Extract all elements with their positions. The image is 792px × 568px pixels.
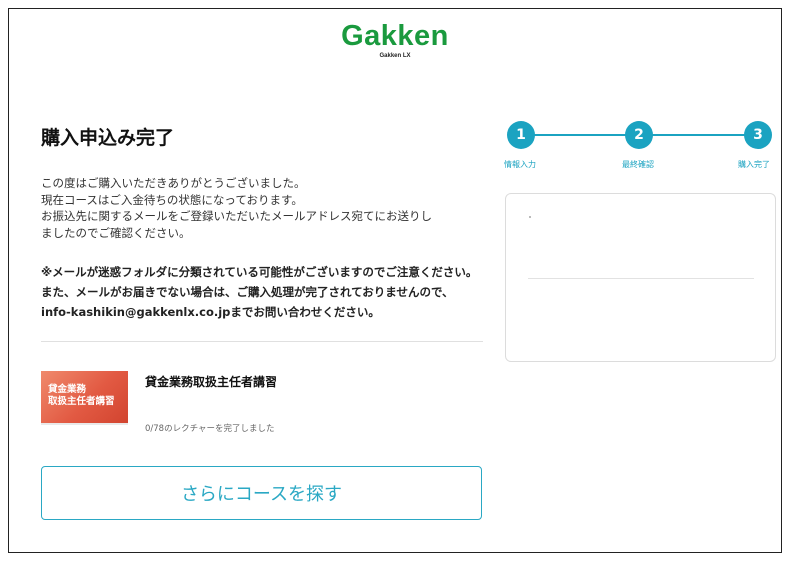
summary-divider	[528, 278, 754, 279]
course-title[interactable]: 貸金業務取扱主任者講習	[145, 373, 277, 390]
step-3-label: 購入完了	[738, 160, 770, 169]
thumbnail-text: 取扱主任者講習	[48, 396, 115, 407]
page-frame: Gakken Gakken LX 購入申込み完了 この度はご購入いただきありがと…	[8, 8, 782, 553]
thumbnail-text: 貸金業務	[48, 384, 87, 395]
spam-notice: ※メールが迷惑フォルダに分類されている可能性がございますのでご注意ください。また…	[41, 265, 478, 319]
step-2-label: 最終確認	[622, 160, 654, 169]
page-title: 購入申込み完了	[41, 127, 175, 149]
course-thumbnail[interactable]: 貸金業務 取扱主任者講習	[41, 371, 128, 425]
course-progress: 0/78のレクチャーを完了しました	[145, 424, 275, 434]
order-summary-card	[505, 193, 776, 362]
message-line: ましたのでご確認ください。	[41, 225, 191, 240]
step-1-circle: 1	[507, 121, 535, 149]
summary-placeholder	[529, 216, 531, 218]
step-3-circle: 3	[744, 121, 772, 149]
completion-message: この度はご購入いただきありがとうございました。 現在コースはご入金待ちの状態にな…	[41, 175, 483, 241]
logo-brand-text: Gakken	[341, 20, 449, 52]
section-divider	[41, 341, 483, 342]
find-more-courses-button[interactable]: さらにコースを探す	[41, 466, 482, 520]
brand-logo: Gakken Gakken LX	[9, 21, 781, 59]
step-1-label: 情報入力	[504, 160, 536, 169]
message-line: お振込先に関するメールをご登録いただいたメールアドレス宛てにお送りし	[41, 209, 432, 223]
logo-subtext: Gakken LX	[379, 53, 411, 59]
message-line: この度はご購入いただきありがとうございました。	[41, 176, 306, 190]
message-line: 現在コースはご入金待ちの状態になっております。	[41, 192, 303, 207]
step-2-circle: 2	[625, 121, 653, 149]
